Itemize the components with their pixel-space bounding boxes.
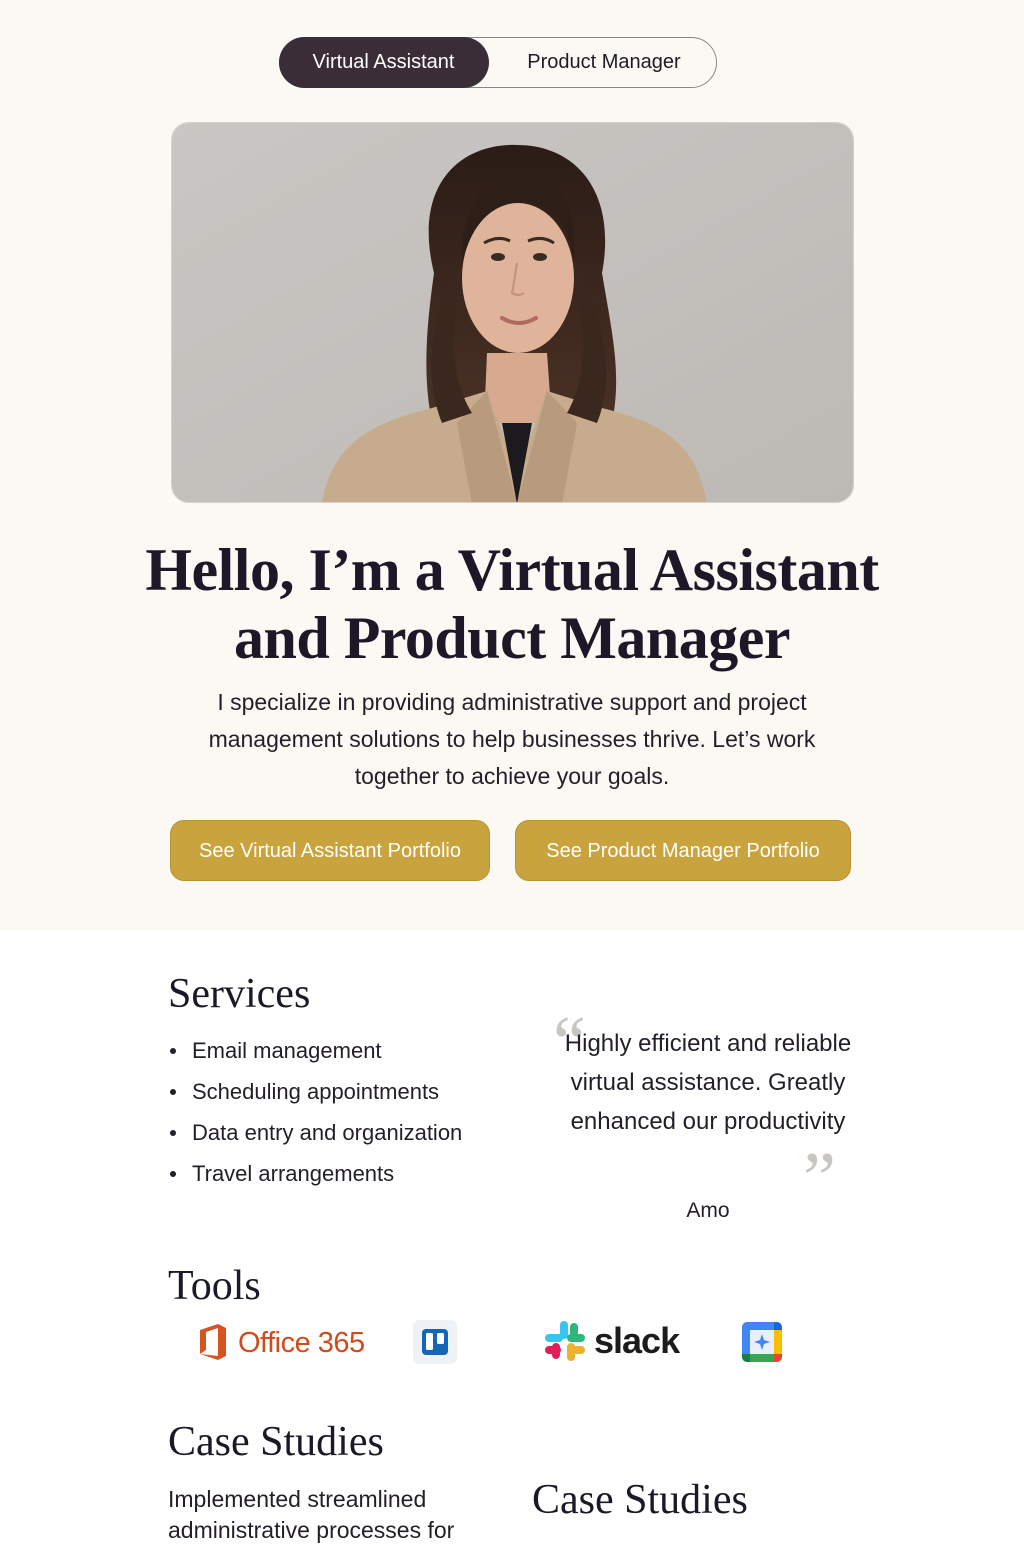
service-item: Data entry and organization [168,1112,462,1153]
virtual-assistant-toggle[interactable]: Virtual Assistant [278,36,489,88]
service-item: Travel arrangements [168,1153,462,1194]
office-365-logo: Office 365 [196,1322,366,1364]
slack-label: slack [594,1320,680,1361]
tools-heading: Tools [168,1263,261,1309]
services-list: Email management Scheduling appointments… [168,1030,462,1194]
close-quote-icon: ” [803,1138,836,1220]
testimonial-author: Amo [686,1199,730,1222]
case-studies-heading: Case Studies [168,1419,384,1465]
google-calendar-logo [740,1320,784,1364]
service-item: Scheduling appointments [168,1071,462,1112]
calendar-icon [742,1322,782,1362]
office-365-label: Office 365 [238,1327,365,1359]
virtual-assistant-portfolio-button[interactable]: See Virtual Assistant Portfolio [170,820,490,881]
role-toggle: Virtual Assistant Product Manager [278,36,718,88]
testimonial-text: Highly efficient and reliable virtual as… [564,1030,852,1135]
service-item: Email management [168,1030,462,1071]
slack-logo: slack [542,1318,692,1364]
profile-portrait [171,122,854,503]
slack-icon [545,1321,585,1361]
case-study-text: Implemented streamlined adminis­trative … [168,1486,455,1543]
case-studies-heading-2: Case Studies [532,1477,748,1523]
product-manager-portfolio-button[interactable]: See Product Manager Portfolio [515,820,851,881]
services-heading: Services [168,971,311,1017]
page-title: Hello, I’m a Virtual Assistant and Produ… [145,537,879,671]
trello-logo [413,1320,457,1364]
office-icon [200,1324,226,1360]
product-manager-toggle[interactable]: Product Manager [490,37,718,88]
trello-icon [413,1320,457,1364]
intro-text: I specialize in providing administrative… [208,689,816,789]
